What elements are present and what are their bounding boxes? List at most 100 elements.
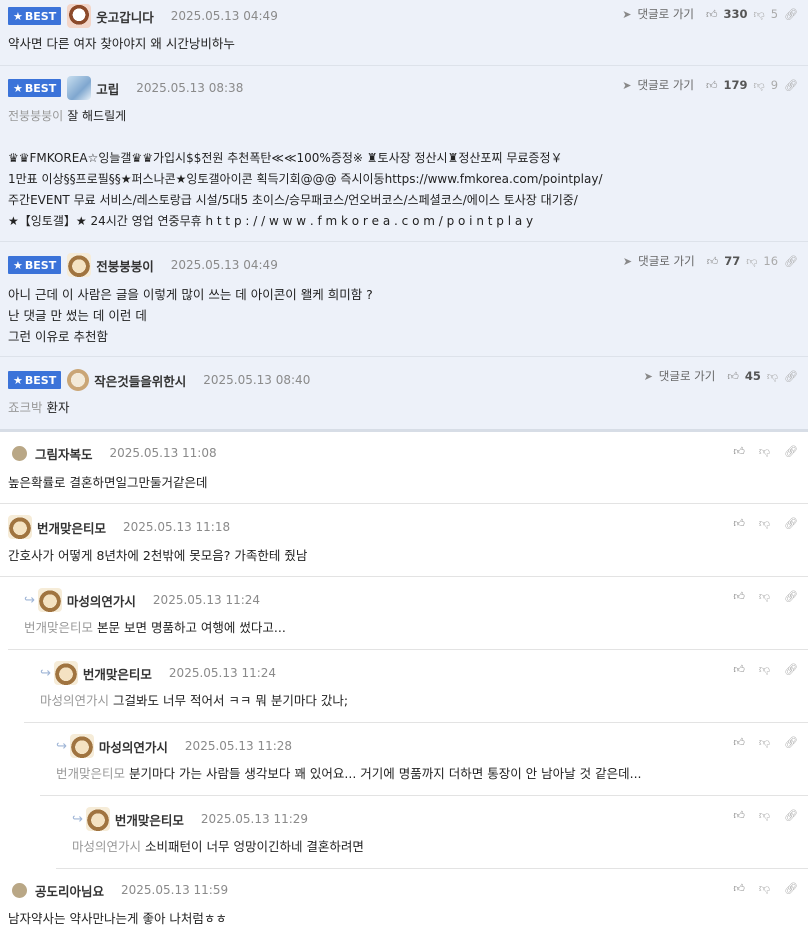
- comment-text: 주간EVENT 무료 서비스/레스토랑급 시설/5대5 초이스/승무패코스/언오…: [8, 193, 578, 207]
- comment-date: 2025.05.13 04:49: [170, 9, 278, 23]
- thumbs-down-icon[interactable]: 👎︎: [754, 8, 765, 21]
- comment-date: 2025.05.13 11:28: [184, 739, 293, 753]
- comment-text: ♛♛FMKOREA☆잉늘갤♛♛가입시$$전원 추천폭탄≪≪100%증정※ ♜토사…: [8, 151, 563, 165]
- thumbs-down-icon[interactable]: 👎︎: [759, 736, 770, 749]
- reply-comment: ↪ 번개맞은티모 2025.05.13 11:29 👍︎ 👎︎ 🔗︎ 마성의연가…: [56, 796, 808, 869]
- comment-text: 환자: [46, 400, 70, 415]
- link-icon[interactable]: 🔗︎: [784, 590, 798, 603]
- link-icon[interactable]: 🔗︎: [784, 517, 798, 530]
- go-to-reply-link[interactable]: 댓글로 가기: [638, 253, 695, 269]
- comment-author[interactable]: 번개맞은티모: [115, 810, 184, 829]
- comment: 그림자복도 2025.05.13 11:08 👍︎ 👎︎ 🔗︎ 높은확률로 결혼…: [0, 432, 808, 504]
- thumbs-up-icon[interactable]: 👍︎: [733, 736, 745, 749]
- like-count: 179: [723, 78, 748, 92]
- comment-author[interactable]: 고립: [96, 79, 119, 98]
- comment-date: 2025.05.13 08:40: [203, 373, 311, 387]
- go-to-reply-link[interactable]: 댓글로 가기: [637, 77, 694, 93]
- reply-mention[interactable]: 번개맞은티모: [24, 620, 93, 635]
- send-icon: ➤: [622, 78, 632, 92]
- comment-date: 2025.05.13 11:18: [123, 520, 231, 534]
- thumbs-down-icon[interactable]: 👎︎: [759, 590, 770, 603]
- reply-mention[interactable]: 마성의연가시: [72, 839, 141, 854]
- link-icon[interactable]: 🔗︎: [784, 8, 798, 21]
- dislike-count: 5: [770, 7, 779, 21]
- comment-date: 2025.05.13 11:29: [200, 812, 309, 826]
- reply-comment: ↪ 마성의연가시 2025.05.13 11:28 👍︎ 👎︎ 🔗︎ 번개맞은티…: [40, 723, 808, 796]
- link-icon[interactable]: 🔗︎: [784, 882, 798, 895]
- thumbs-up-icon[interactable]: 👍︎: [733, 809, 745, 822]
- best-badge: ★ BEST: [8, 7, 62, 25]
- reply-mention[interactable]: 마성의연가시: [40, 693, 109, 708]
- thumbs-up-icon[interactable]: 👍︎: [706, 79, 718, 92]
- go-to-reply-link[interactable]: 댓글로 가기: [659, 368, 716, 384]
- thumbs-up-icon[interactable]: 👍︎: [707, 255, 719, 268]
- star-icon: ★: [13, 81, 23, 95]
- thumbs-down-icon[interactable]: 👎︎: [759, 517, 770, 530]
- reply-comment: ↪ 마성의연가시 2025.05.13 11:24 👍︎ 👎︎ 🔗︎ 번개맞은티…: [8, 577, 808, 650]
- avatar: [12, 882, 27, 898]
- thumbs-down-icon[interactable]: 👎︎: [759, 445, 770, 458]
- like-count: 45: [744, 369, 761, 383]
- thumbs-up-icon[interactable]: 👍︎: [733, 663, 745, 676]
- avatar: [85, 807, 110, 831]
- comment-text: 본문 보면 명품하고 여행에 썼다고...: [97, 620, 286, 635]
- comment-author[interactable]: 번개맞은티모: [37, 518, 106, 537]
- link-icon[interactable]: 🔗︎: [784, 663, 798, 676]
- link-icon[interactable]: 🔗︎: [784, 809, 798, 822]
- thumbs-up-icon[interactable]: 👍︎: [733, 590, 745, 603]
- avatar: [12, 445, 27, 461]
- thumbs-down-icon[interactable]: 👎︎: [754, 79, 765, 92]
- avatar: [8, 515, 32, 539]
- comment-text: 잘 해드릴게: [67, 109, 127, 123]
- thumbs-down-icon[interactable]: 👎︎: [759, 882, 770, 895]
- link-icon[interactable]: 🔗︎: [784, 445, 798, 458]
- comment-author[interactable]: 그림자복도: [35, 444, 93, 463]
- thumbs-up-icon[interactable]: 👍︎: [706, 8, 718, 21]
- best-comment: ★ BEST 고립 2025.05.13 08:38 ➤ 댓글로 가기 👍︎ 17…: [0, 66, 808, 242]
- comment-author[interactable]: 웃고갑니다: [96, 7, 154, 26]
- thumbs-up-icon[interactable]: 👍︎: [733, 517, 745, 530]
- comment-author[interactable]: 공도리아님요: [35, 881, 104, 900]
- star-icon: ★: [13, 258, 23, 272]
- send-icon: ➤: [643, 369, 653, 383]
- link-icon[interactable]: 🔗︎: [784, 79, 798, 92]
- reply-arrow-icon: ↪: [72, 811, 83, 827]
- reply-arrow-icon: ↪: [40, 665, 51, 681]
- best-badge: ★ BEST: [8, 371, 62, 389]
- comment-text: 남자약사는 약사만나는게 좋아 나처럼ㅎㅎ: [8, 911, 227, 926]
- comment-author[interactable]: 번개맞은티모: [83, 664, 152, 683]
- link-icon[interactable]: 🔗︎: [784, 736, 798, 749]
- send-icon: ➤: [622, 7, 632, 21]
- comment-date: 2025.05.13 08:38: [136, 81, 244, 95]
- comment-text: 소비패턴이 너무 엉망이긴하네 결혼하려면: [145, 839, 364, 854]
- reply-mention[interactable]: 번개맞은티모: [56, 766, 125, 781]
- thumbs-down-icon[interactable]: 👎︎: [759, 809, 770, 822]
- go-to-reply-link[interactable]: 댓글로 가기: [637, 6, 694, 22]
- comment-author[interactable]: 마성의연가시: [99, 737, 168, 756]
- avatar: [67, 369, 90, 391]
- comment-text: 높은확률로 결혼하면일그만둘거같은데: [8, 475, 208, 490]
- best-comment: ★ BEST 작은것들을위한시 2025.05.13 08:40 ➤ 댓글로 가기…: [0, 357, 808, 429]
- thumbs-up-icon[interactable]: 👍︎: [733, 445, 745, 458]
- link-icon[interactable]: 🔗︎: [784, 255, 798, 268]
- thumbs-down-icon[interactable]: 👎︎: [746, 255, 757, 268]
- avatar: [53, 661, 78, 685]
- comment-author[interactable]: 전붕붕붕이: [96, 256, 154, 275]
- comment: 번개맞은티모 2025.05.13 11:18 👍︎ 👎︎ 🔗︎ 간호사가 어떻…: [0, 504, 808, 577]
- comment-text: 약사면 다른 여자 찾아야지 왜 시간낭비하누: [8, 36, 235, 51]
- link-icon[interactable]: 🔗︎: [784, 370, 798, 383]
- avatar: [69, 734, 94, 758]
- comment-author[interactable]: 작은것들을위한시: [94, 371, 186, 390]
- star-icon: ★: [13, 9, 23, 23]
- comment-author[interactable]: 마성의연가시: [67, 591, 136, 610]
- star-icon: ★: [13, 373, 23, 387]
- comment-text: 난 댓글 만 썼는 데 이런 데: [8, 308, 147, 323]
- thumbs-down-icon[interactable]: 👎︎: [767, 370, 778, 383]
- reply-mention[interactable]: 전붕붕붕이: [8, 109, 63, 123]
- reply-mention[interactable]: 죠크박: [8, 400, 43, 415]
- thumbs-up-icon[interactable]: 👍︎: [733, 882, 745, 895]
- thumbs-up-icon[interactable]: 👍︎: [727, 370, 739, 383]
- thumbs-down-icon[interactable]: 👎︎: [759, 663, 770, 676]
- comment-text: 분기마다 가는 사람들 생각보다 꽤 있어요... 거기에 명품까지 더하면 통…: [129, 766, 642, 781]
- dislike-count: 9: [770, 78, 779, 92]
